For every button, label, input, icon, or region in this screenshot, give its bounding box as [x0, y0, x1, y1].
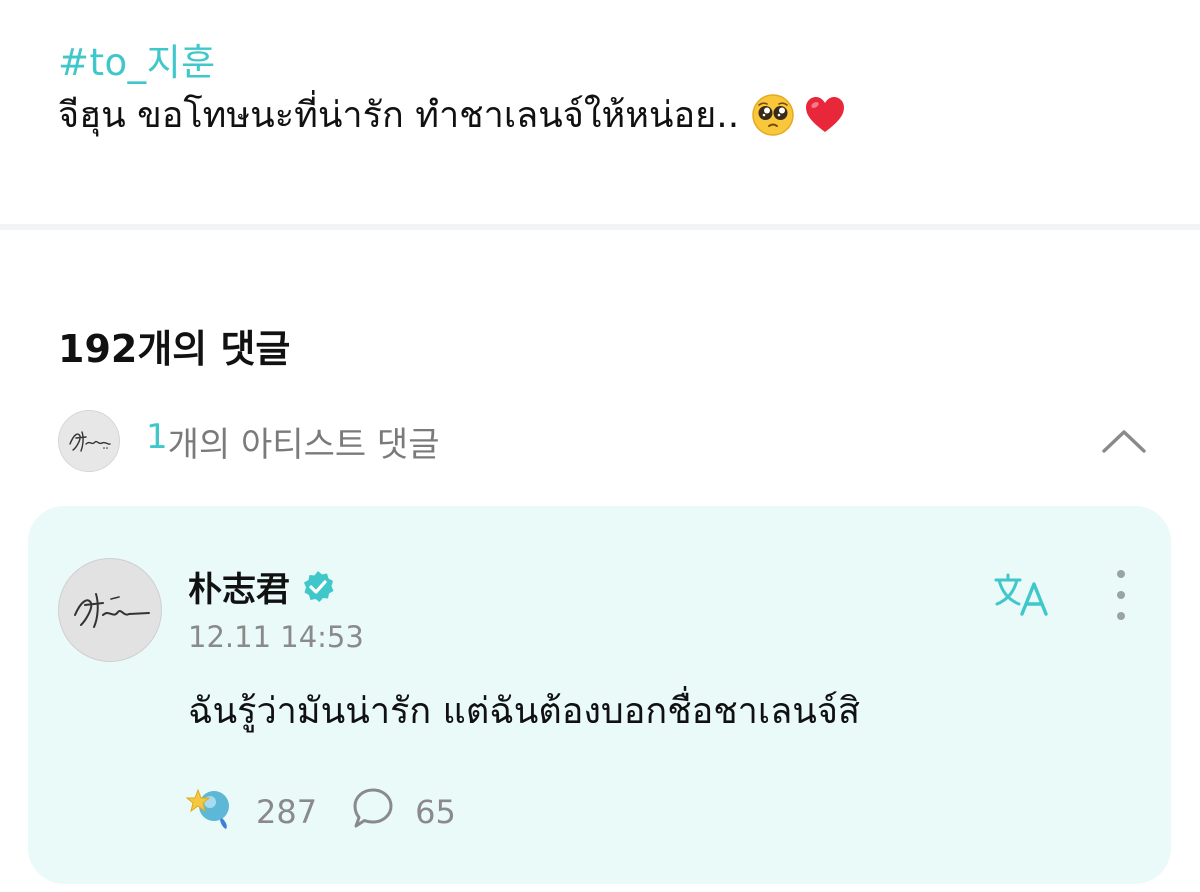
artist-avatar[interactable] — [58, 558, 162, 662]
section-divider — [0, 224, 1200, 230]
red-heart-emoji — [803, 93, 847, 137]
comment-bubble-icon[interactable] — [351, 786, 395, 838]
artist-comments-text: 개의 아티스트 댓글 — [167, 424, 440, 465]
artist-comments-count: 1 — [146, 416, 168, 457]
artist-comments-label: 1 개의 아티스트 댓글 — [146, 417, 440, 466]
comment-text: ฉันรู้ว่ามันน่ารัก แต่ฉันต้องบอกชื่อชาเล… — [188, 691, 860, 732]
more-options-icon[interactable] — [1106, 570, 1136, 620]
comment-stats: 287 65 — [185, 784, 456, 840]
translate-icon[interactable] — [990, 570, 1054, 618]
verified-badge-icon — [300, 569, 336, 605]
comment-timestamp: 12.11 14:53 — [188, 620, 364, 654]
author-name[interactable]: 朴志君 — [188, 562, 290, 611]
artist-comments-header[interactable]: 1 개의 아티스트 댓글 — [58, 409, 1148, 473]
chevron-up-icon[interactable] — [1100, 417, 1148, 465]
post-hashtag[interactable]: #to_지훈 — [58, 32, 216, 86]
like-stat[interactable]: 287 — [185, 784, 318, 840]
author-line: 朴志君 — [188, 562, 336, 611]
like-reaction-icon[interactable] — [185, 784, 236, 840]
pleading-face-emoji — [751, 93, 795, 137]
like-count: 287 — [256, 793, 318, 831]
post-body-text: จีฮุน ขอโทษนะที่น่ารัก ทำชาเลนจ์ให้หน่อย… — [58, 95, 740, 136]
comment-count-heading: 192개의 댓글 — [58, 327, 291, 371]
artist-avatar-small — [58, 410, 120, 472]
artist-comment-card: 朴志君 12.11 14:53 ฉันรู้ว่ามันน่ารัก แต่ฉั… — [28, 506, 1171, 884]
reply-count: 65 — [415, 793, 456, 831]
reply-stat[interactable]: 65 — [351, 786, 456, 838]
post-body: จีฮุน ขอโทษนะที่น่ารัก ทำชาเลนจ์ให้หน่อย… — [58, 86, 847, 143]
